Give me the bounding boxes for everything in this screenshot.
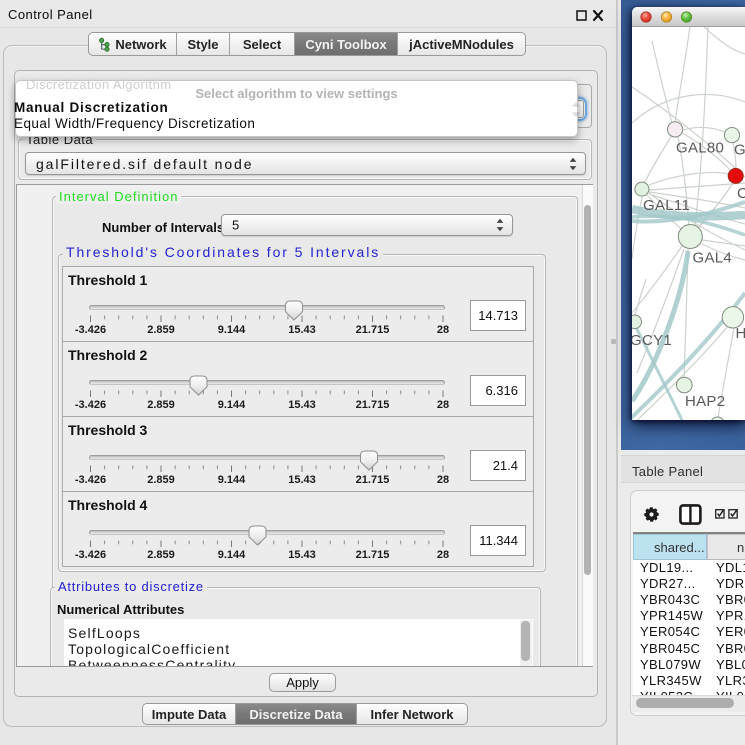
svg-text:GAL11: GAL11 bbox=[643, 197, 690, 214]
svg-text:GAL4: GAL4 bbox=[693, 250, 733, 267]
svg-text:CY: CY bbox=[737, 185, 745, 202]
svg-text:GAL80: GAL80 bbox=[676, 140, 724, 157]
svg-text:GCY1: GCY1 bbox=[632, 332, 672, 349]
svg-text:GA: GA bbox=[734, 142, 745, 159]
svg-text:HI: HI bbox=[736, 325, 745, 342]
svg-text:HAP2: HAP2 bbox=[685, 393, 725, 410]
